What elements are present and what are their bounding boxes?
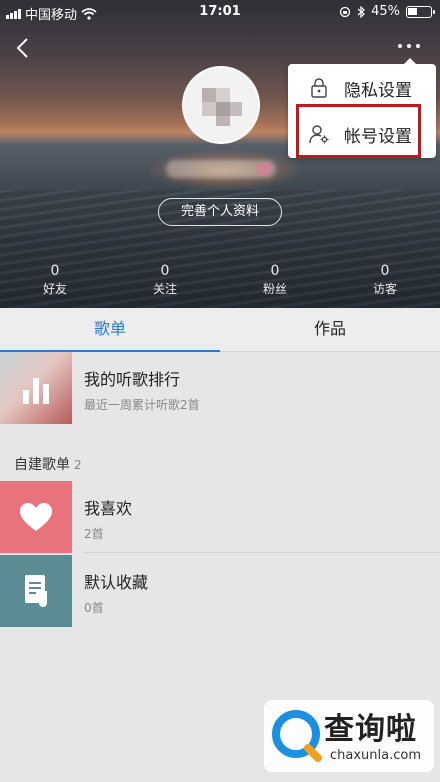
rotation-lock-icon <box>339 6 351 17</box>
stat-followers[interactable]: 0 粉丝 <box>235 262 315 298</box>
custom-playlists-header: 自建歌单 2 <box>14 457 82 473</box>
favorites-cover <box>0 481 72 553</box>
list-item-listening-ranking[interactable]: 我的听歌排行 最近一周累计听歌2首 <box>0 352 440 424</box>
watermark-url: chaxunla.com <box>330 748 421 763</box>
content-tabs: 歌单 作品 <box>0 308 440 352</box>
watermark-logo-icon <box>272 710 322 762</box>
stat-following[interactable]: 0 关注 <box>125 262 205 298</box>
watermark-title: 查询啦 <box>324 712 417 747</box>
watermark: 查询啦 chaxunla.com <box>264 700 434 772</box>
ranking-subtitle: 最近一周累计听歌2首 <box>84 398 200 412</box>
stat-visitors[interactable]: 0 访客 <box>345 262 425 298</box>
ranking-title: 我的听歌排行 <box>84 370 181 389</box>
back-arrow-icon[interactable] <box>12 36 36 60</box>
profile-page: 中国移动 17:01 45% 完善个人资料 0 好友 0 关注 0 粉丝 0 访… <box>0 0 440 782</box>
complete-profile-button[interactable]: 完善个人资料 <box>158 198 282 226</box>
list-item-favorites[interactable]: 我喜欢 2首 <box>0 481 440 553</box>
level-badge <box>256 162 272 176</box>
ranking-cover <box>0 352 72 424</box>
default-collection-cover <box>0 555 72 627</box>
battery-percent: 45% <box>371 4 400 19</box>
lock-icon <box>311 78 327 98</box>
stat-friends[interactable]: 0 好友 <box>15 262 95 298</box>
music-note-icon <box>25 575 47 607</box>
heart-icon <box>20 503 52 531</box>
account-settings-highlight <box>296 104 421 158</box>
bluetooth-icon <box>357 5 365 18</box>
list-item-default-collection[interactable]: 默认收藏 0首 <box>0 555 440 627</box>
battery-icon <box>406 5 435 18</box>
bar-chart-icon <box>23 378 49 404</box>
more-options-icon[interactable] <box>394 36 424 56</box>
custom-playlists-count: 2 <box>74 458 82 472</box>
tab-playlists[interactable]: 歌单 <box>0 308 220 352</box>
tab-works[interactable]: 作品 <box>220 308 440 352</box>
profile-stats: 0 好友 0 关注 0 粉丝 0 访客 <box>0 262 440 302</box>
status-bar: 中国移动 17:01 45% <box>0 0 440 24</box>
avatar[interactable] <box>182 66 260 144</box>
